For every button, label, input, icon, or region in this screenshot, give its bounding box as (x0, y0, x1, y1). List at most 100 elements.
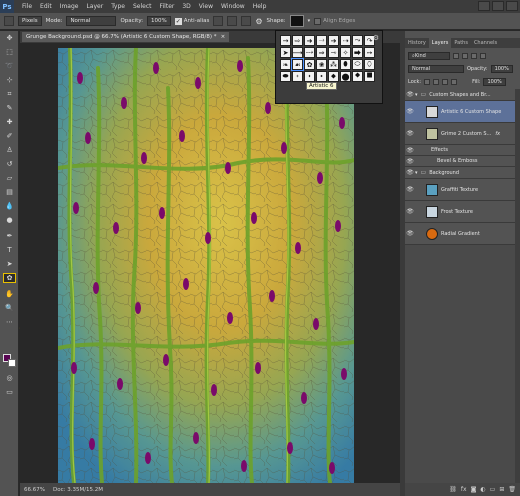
layer-radial-gradient[interactable]: 👁 Radial Gradient (405, 223, 520, 245)
trash-icon[interactable]: 🗑 (508, 486, 516, 493)
filter-adjustment-icon[interactable] (462, 52, 468, 59)
tab-channels[interactable]: Channels (471, 38, 500, 48)
eye-icon[interactable]: 👁 (405, 108, 415, 115)
fx-icon[interactable]: fx (461, 486, 467, 493)
shape-option[interactable]: ⬤ (340, 71, 351, 82)
menu-help[interactable]: Help (249, 3, 271, 10)
menu-view[interactable]: View (195, 3, 217, 10)
zoom-level[interactable]: 66.67% (24, 487, 45, 493)
eye-icon[interactable]: 👁 (405, 186, 415, 193)
fill-input[interactable]: 100% (483, 77, 506, 86)
document-tab[interactable]: Grunge Background.psd @ 66.7% (Artistic … (22, 32, 230, 42)
eye-icon[interactable]: 👁 (405, 208, 415, 215)
close-tab-icon[interactable]: × (221, 34, 226, 40)
shape-option[interactable]: ⬮ (340, 59, 351, 70)
menu-window[interactable]: Window (217, 3, 249, 10)
history-brush-tool-icon[interactable]: ↺ (3, 159, 16, 169)
shape-option[interactable]: ⬭ (352, 59, 363, 70)
marquee-tool-icon[interactable]: ⬚ (3, 47, 16, 57)
shape-option[interactable]: ⇒ (316, 47, 327, 58)
folder-icon[interactable]: ▭ (490, 486, 496, 493)
gear-icon[interactable]: ⚙ (255, 17, 262, 26)
layer-group-background[interactable]: 👁 ▾ ▭ Background (405, 167, 520, 179)
gear-icon[interactable]: ⚙ (373, 34, 379, 42)
layer-blend-mode-select[interactable]: Normal (408, 64, 464, 73)
new-layer-icon[interactable]: ⊞ (499, 486, 504, 493)
pen-tool-icon[interactable]: ✒ (3, 231, 16, 241)
path-selection-tool-icon[interactable]: ➤ (3, 259, 16, 269)
shape-option[interactable]: ✧ (340, 47, 351, 58)
path-alignment-button[interactable] (227, 16, 238, 26)
layers-scrollbar[interactable] (515, 89, 520, 489)
clone-stamp-tool-icon[interactable]: ♙ (3, 145, 16, 155)
shape-option[interactable]: ☙ (291, 58, 304, 71)
shape-option[interactable]: → (280, 35, 291, 46)
shape-option[interactable]: ➙ (364, 47, 375, 58)
type-tool-icon[interactable]: T (3, 245, 16, 255)
path-arrangement-button[interactable] (241, 16, 252, 26)
shape-option[interactable]: ⮕ (352, 47, 363, 58)
layer-group-custom-shapes[interactable]: 👁 ▾ ▭ Custom Shapes and Br... (405, 89, 520, 101)
adjustment-icon[interactable]: ◐ (480, 486, 485, 493)
quick-mask-icon[interactable]: ◎ (3, 373, 16, 383)
layer-artistic-6[interactable]: 👁 Artistic 6 Custom Shape (405, 101, 520, 123)
layer-graffiti-texture[interactable]: 👁 Graffiti Texture (405, 179, 520, 201)
layer-bevel-emboss[interactable]: 👁 Bevel & Emboss (405, 156, 520, 167)
shape-picker-button[interactable] (289, 15, 304, 27)
lock-position-icon[interactable] (442, 78, 449, 85)
shape-option[interactable]: ⬫ (292, 71, 303, 82)
menu-select[interactable]: Select (129, 3, 156, 10)
layer-opacity-input[interactable]: 100% (490, 64, 513, 73)
lock-transparent-icon[interactable] (424, 78, 431, 85)
tab-paths[interactable]: Paths (451, 38, 471, 48)
screen-mode-icon[interactable]: ▭ (3, 387, 16, 397)
shape-option[interactable]: ⯁ (352, 71, 363, 82)
menu-filter[interactable]: Filter (156, 3, 179, 10)
dodge-tool-icon[interactable]: ● (3, 215, 16, 225)
shape-option[interactable]: ⤏ (304, 47, 315, 58)
lasso-tool-icon[interactable]: ➰ (3, 61, 16, 71)
shape-option[interactable]: ⬬ (280, 71, 291, 82)
blur-tool-icon[interactable]: 💧 (3, 201, 16, 211)
filter-type-icon[interactable] (471, 52, 477, 59)
tab-history[interactable]: History (405, 38, 429, 48)
hand-tool-icon[interactable]: ✋ (3, 289, 16, 299)
menu-3d[interactable]: 3D (178, 3, 194, 10)
menu-edit[interactable]: Edit (36, 3, 56, 10)
eye-icon[interactable]: 👁 (405, 158, 415, 165)
eye-icon[interactable]: 👁 (405, 91, 415, 98)
shape-option[interactable]: ⁂ (328, 59, 339, 70)
healing-brush-tool-icon[interactable]: ✚ (3, 117, 16, 127)
brush-tool-icon[interactable]: ✐ (3, 131, 16, 141)
tool-mode-select[interactable]: Pixels (18, 16, 42, 26)
layer-effects[interactable]: 👁 Effects (405, 145, 520, 156)
shape-option[interactable]: ➜ (304, 35, 315, 46)
shape-option[interactable]: ⇢ (340, 35, 351, 46)
shape-option[interactable]: ➔ (328, 35, 339, 46)
opacity-input[interactable]: 100% (147, 16, 171, 26)
filter-shape-icon[interactable] (480, 52, 486, 59)
crop-tool-icon[interactable]: ⌗ (3, 89, 16, 99)
link-icon[interactable]: ⛓ (449, 486, 457, 493)
shape-option[interactable]: ⟶ (292, 47, 303, 58)
shape-option[interactable]: ❧ (280, 59, 291, 70)
shape-option[interactable]: ✿ (304, 59, 315, 70)
move-tool-icon[interactable]: ✥ (3, 33, 16, 43)
shape-option[interactable]: ⤑ (316, 35, 327, 46)
eye-icon[interactable]: 👁 (405, 130, 415, 137)
gradient-tool-icon[interactable]: ▤ (3, 187, 16, 197)
align-edges-checkbox[interactable]: Align Edges (314, 17, 355, 25)
shape-option[interactable]: ⯀ (364, 71, 375, 82)
zoom-tool-icon[interactable]: 🔍 (3, 303, 16, 313)
shape-option[interactable]: ⇾ (328, 47, 339, 58)
shape-option[interactable]: ⬯ (364, 59, 375, 70)
fx-badge[interactable]: fx (495, 131, 500, 137)
blend-mode-select[interactable]: Normal (66, 16, 117, 26)
eye-icon[interactable]: 👁 (405, 169, 415, 176)
quick-select-tool-icon[interactable]: ⊹ (3, 75, 16, 85)
shape-option[interactable]: ❀ (316, 59, 327, 70)
layer-frost-texture[interactable]: 👁 Frost Texture (405, 201, 520, 223)
menu-layer[interactable]: Layer (82, 3, 107, 10)
lock-pixels-icon[interactable] (433, 78, 440, 85)
eraser-tool-icon[interactable]: ▱ (3, 173, 16, 183)
